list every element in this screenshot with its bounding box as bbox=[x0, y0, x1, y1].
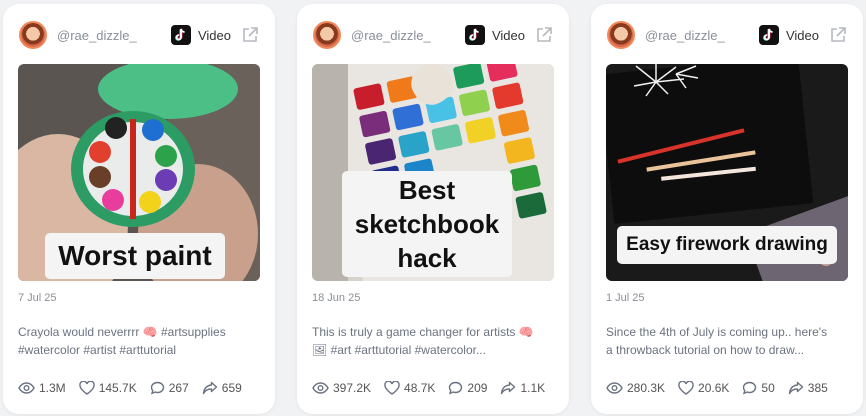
likes-stat: 145.7K bbox=[78, 381, 137, 395]
likes-count: 48.7K bbox=[404, 381, 436, 395]
eye-icon bbox=[312, 382, 329, 394]
caption-line: sketchbook bbox=[354, 209, 500, 239]
post-date: 18 Jun 25 bbox=[312, 292, 361, 304]
caption-line: Best bbox=[398, 175, 456, 205]
username[interactable]: @rae_dizzle_ bbox=[645, 28, 725, 43]
tiktok-icon bbox=[170, 25, 191, 45]
thumbnail-caption: Easy firework drawing bbox=[617, 226, 837, 264]
views-stat: 397.2K bbox=[312, 381, 371, 395]
thumbnail-caption: Best sketchbook hack bbox=[342, 171, 512, 277]
post-description: This is truly a game changer for artists… bbox=[312, 323, 555, 359]
heart-icon bbox=[678, 381, 694, 395]
post-description: Since the 4th of July is coming up.. her… bbox=[606, 323, 849, 359]
heart-icon bbox=[78, 381, 95, 395]
username[interactable]: @rae_dizzle_ bbox=[57, 28, 137, 43]
description-line: Since the 4th of July is coming up.. her… bbox=[606, 325, 828, 339]
views-stat: 280.3K bbox=[606, 381, 665, 395]
platform-label: Video bbox=[491, 27, 525, 43]
external-link-icon[interactable] bbox=[535, 26, 553, 44]
likes-stat: 20.6K bbox=[678, 381, 729, 395]
views-count: 1.3M bbox=[39, 381, 66, 395]
share-icon bbox=[501, 381, 516, 395]
username[interactable]: @rae_dizzle_ bbox=[351, 28, 431, 43]
shares-count: 1.1K bbox=[520, 381, 546, 395]
card-header: @rae_dizzle_ Video bbox=[19, 20, 259, 50]
external-link-icon[interactable] bbox=[241, 26, 259, 44]
tiktok-icon bbox=[464, 25, 485, 45]
video-card[interactable]: @rae_dizzle_ Video Easy firework drawing… bbox=[591, 4, 863, 414]
likes-stat: 48.7K bbox=[384, 381, 435, 395]
video-card[interactable]: @rae_dizzle_ Video Worst paint 7 Jul 25 … bbox=[3, 4, 275, 414]
comments-stat: 209 bbox=[448, 381, 487, 395]
shares-count: 659 bbox=[221, 381, 242, 395]
views-stat: 1.3M bbox=[18, 381, 66, 395]
video-card[interactable]: @rae_dizzle_ Video Best sketchbook hack … bbox=[297, 4, 569, 414]
eye-icon bbox=[18, 382, 35, 394]
comments-stat: 50 bbox=[742, 381, 775, 395]
video-thumbnail[interactable]: Best sketchbook hack bbox=[312, 64, 554, 281]
video-thumbnail[interactable]: Worst paint bbox=[18, 64, 260, 281]
comments-count: 50 bbox=[761, 381, 775, 395]
likes-count: 145.7K bbox=[98, 381, 137, 395]
card-header: @rae_dizzle_ Video bbox=[607, 20, 847, 50]
description-line: 🖼 #art #arttutorial #watercolor... bbox=[312, 343, 486, 357]
share-icon bbox=[788, 381, 803, 395]
comment-icon bbox=[449, 381, 463, 395]
eye-icon bbox=[606, 382, 623, 394]
shares-stat: 659 bbox=[202, 381, 242, 395]
post-date: 1 Jul 25 bbox=[606, 292, 645, 304]
post-date: 7 Jul 25 bbox=[18, 292, 57, 304]
video-thumbnail[interactable]: Easy firework drawing bbox=[606, 64, 848, 281]
comment-icon bbox=[150, 381, 164, 395]
heart-icon bbox=[384, 381, 400, 395]
comments-stat: 267 bbox=[150, 381, 189, 395]
shares-stat: 1.1K bbox=[500, 381, 545, 395]
description-line: This is truly a game changer for artists… bbox=[312, 325, 534, 339]
post-description: Crayola would neverrrr 🧠 #artsupplies #w… bbox=[18, 323, 261, 359]
description-line: #watercolor #artist #arttutorial bbox=[18, 343, 177, 357]
views-count: 280.3K bbox=[627, 381, 666, 395]
likes-count: 20.6K bbox=[698, 381, 730, 395]
views-count: 397.2K bbox=[333, 381, 372, 395]
avatar[interactable] bbox=[607, 21, 635, 49]
shares-stat: 385 bbox=[788, 381, 828, 395]
comment-icon bbox=[743, 381, 757, 395]
shares-count: 385 bbox=[807, 381, 828, 395]
card-header: @rae_dizzle_ Video bbox=[313, 20, 553, 50]
platform-label: Video bbox=[197, 27, 231, 43]
share-icon bbox=[202, 381, 217, 395]
avatar[interactable] bbox=[19, 21, 47, 49]
caption-line: hack bbox=[397, 243, 457, 273]
comments-count: 209 bbox=[467, 381, 488, 395]
stats-row: 280.3K 20.6K 50 385 bbox=[606, 379, 853, 397]
description-line: Crayola would neverrrr 🧠 #artsupplies bbox=[18, 325, 226, 339]
stats-row: 397.2K 48.7K 209 1.1K bbox=[312, 379, 559, 397]
tiktok-icon bbox=[758, 25, 779, 45]
comments-count: 267 bbox=[168, 381, 189, 395]
stats-row: 1.3M 145.7K 267 659 bbox=[18, 379, 265, 397]
avatar[interactable] bbox=[313, 21, 341, 49]
external-link-icon[interactable] bbox=[829, 26, 847, 44]
description-line: a throwback tutorial on how to draw... bbox=[606, 343, 805, 357]
thumbnail-caption: Worst paint bbox=[45, 233, 225, 279]
platform-label: Video bbox=[785, 27, 819, 43]
